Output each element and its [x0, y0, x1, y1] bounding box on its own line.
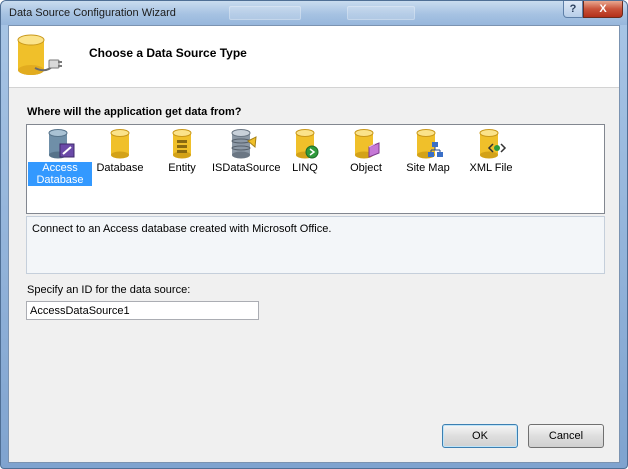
wizard-header: Choose a Data Source Type	[9, 26, 619, 88]
data-source-question: Where will the application get data from…	[27, 106, 242, 118]
linq-icon	[295, 129, 319, 159]
access-database-icon	[48, 129, 75, 159]
background-tab	[347, 6, 415, 20]
type-description: Connect to an Access database created wi…	[32, 223, 332, 235]
ok-button[interactable]: OK	[442, 424, 518, 448]
type-item-label: Database	[96, 162, 144, 174]
type-item-access-database[interactable]: Access Database	[28, 127, 92, 187]
database-icon	[110, 129, 130, 159]
type-item-entity[interactable]: Entity	[150, 127, 214, 187]
background-tab	[229, 6, 301, 20]
type-item-label: Site Map	[406, 162, 450, 174]
title-bar[interactable]: Data Source Configuration Wizard ? X	[1, 1, 627, 25]
description-panel: Connect to an Access database created wi…	[26, 216, 605, 274]
object-icon	[354, 129, 380, 159]
type-item-label: XML File	[469, 162, 513, 174]
type-item-linq[interactable]: LINQ	[273, 127, 337, 187]
type-item-label: LINQ	[292, 162, 318, 174]
cancel-button[interactable]: Cancel	[528, 424, 604, 448]
type-item-isdatasource[interactable]: ISDataSource	[211, 127, 280, 187]
type-item-label: Access Database	[28, 162, 92, 186]
type-item-database[interactable]: Database	[88, 127, 152, 187]
type-item-label: ISDataSource	[212, 162, 281, 174]
data-source-id-label: Specify an ID for the data source:	[27, 284, 191, 296]
data-source-type-list: Access Database Database Entity ISDataSo…	[26, 124, 605, 214]
type-item-site-map[interactable]: Site Map	[396, 127, 460, 187]
database-plug-icon	[17, 34, 62, 75]
help-button[interactable]: ?	[563, 1, 583, 18]
window-title: Data Source Configuration Wizard	[9, 7, 176, 19]
data-source-id-input[interactable]	[26, 301, 259, 320]
isdatasource-icon	[231, 129, 257, 159]
close-button[interactable]: X	[583, 1, 623, 18]
wizard-client-area: Choose a Data Source Type Where will the…	[8, 25, 620, 463]
wizard-window: Data Source Configuration Wizard ? X Cho…	[0, 0, 628, 469]
entity-icon	[172, 129, 192, 159]
xml-file-icon	[479, 129, 507, 159]
type-item-object[interactable]: Object	[334, 127, 398, 187]
site-map-icon	[416, 129, 443, 159]
type-item-label: Object	[350, 162, 382, 174]
page-title: Choose a Data Source Type	[89, 46, 247, 60]
type-item-label: Entity	[168, 162, 196, 174]
type-item-xml-file[interactable]: XML File	[459, 127, 523, 187]
